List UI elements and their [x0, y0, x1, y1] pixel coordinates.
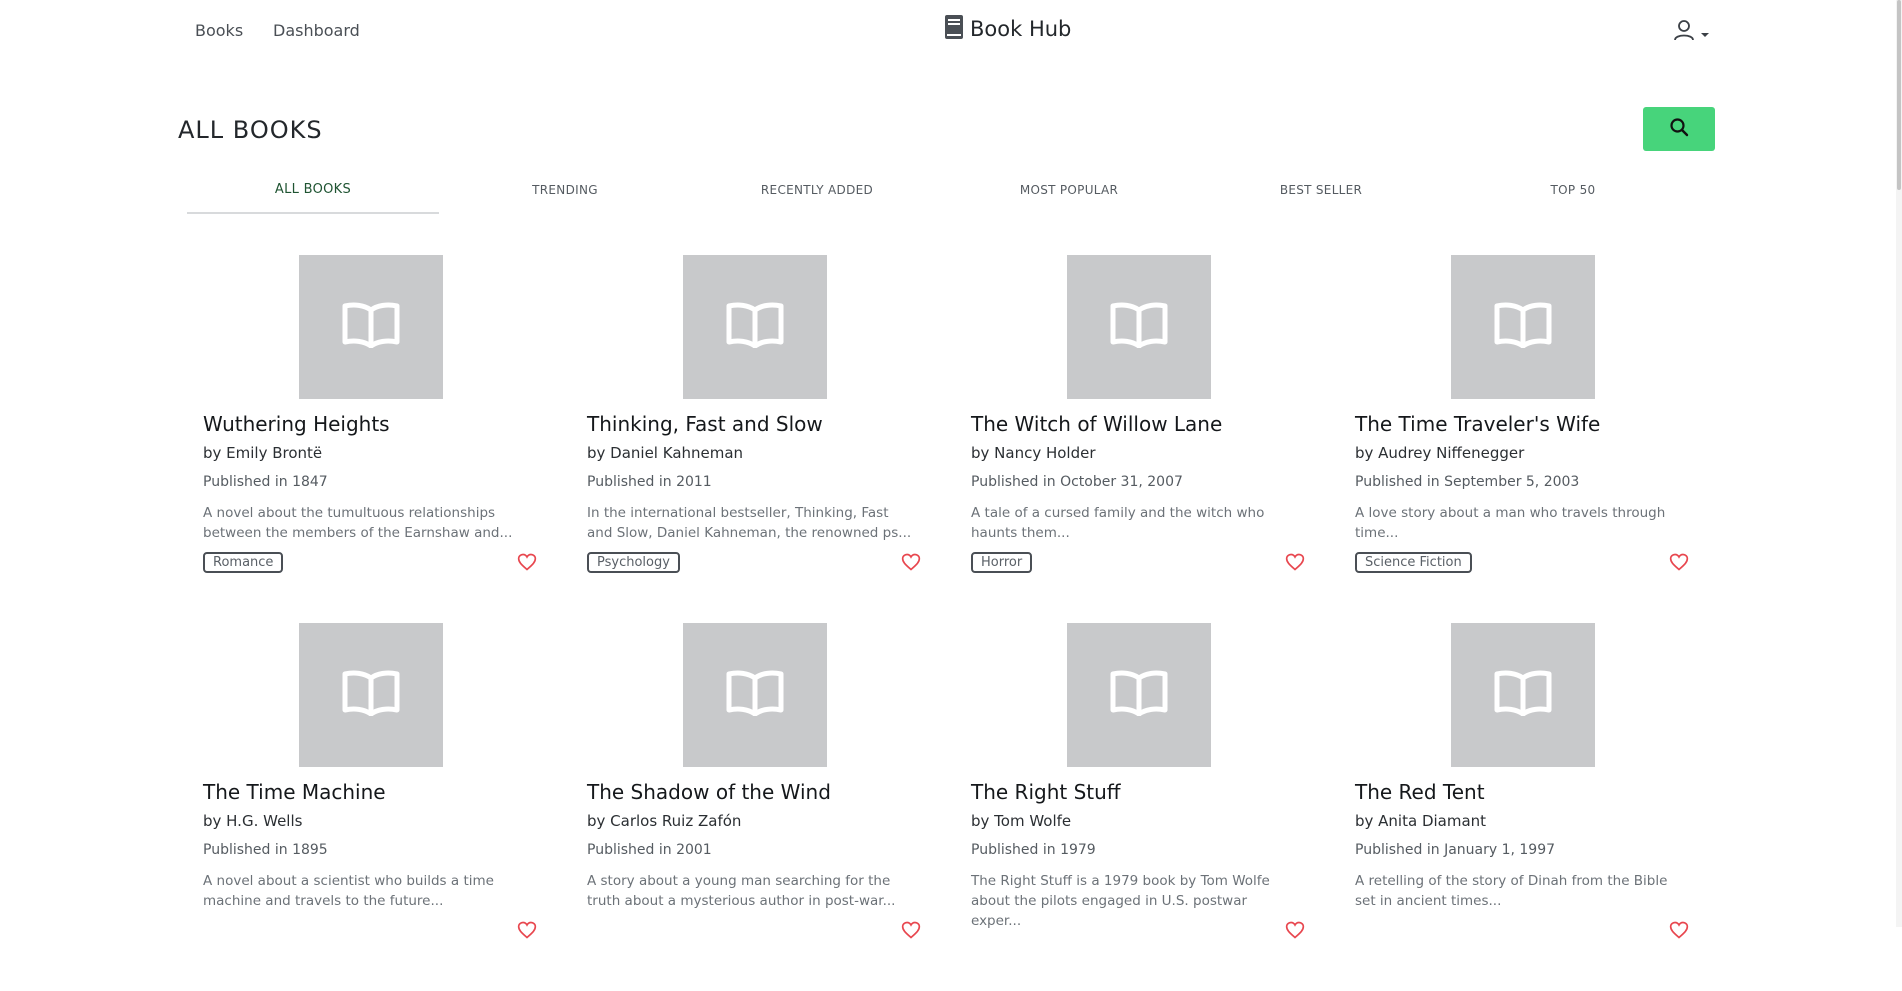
book-description: The Right Stuff is a 1979 book by Tom Wo…	[971, 873, 1270, 929]
book-card[interactable]: Thinking, Fast and Slow by Daniel Kahnem…	[571, 255, 955, 623]
book-card[interactable]: The Red Tent by Anita Diamant Published …	[1339, 623, 1723, 991]
heart-icon[interactable]	[901, 552, 921, 572]
book-published-date: Published in 1979	[971, 842, 1096, 858]
book-author: by H.G. Wells	[203, 812, 303, 830]
book-card[interactable]: The Shadow of the Wind by Carlos Ruiz Za…	[571, 623, 955, 991]
book-author: by Daniel Kahneman	[587, 444, 744, 462]
book-published-date: Published in 2011	[587, 474, 712, 490]
book-cover[interactable]	[1451, 255, 1595, 399]
tab-all-books[interactable]: ALL BOOKS	[187, 178, 439, 214]
book-author: by Tom Wolfe	[971, 812, 1072, 830]
book-title[interactable]: The Witch of Willow Lane	[971, 412, 1222, 436]
book-description: A novel about a scientist who builds a t…	[203, 873, 494, 909]
book-title[interactable]: The Time Machine	[203, 780, 386, 804]
tab-best-seller[interactable]: BEST SELLER	[1195, 178, 1447, 214]
genre-badge: Psychology	[587, 552, 680, 573]
top-navbar: Books Dashboard Book Hub	[0, 0, 1902, 62]
book-cover[interactable]	[1451, 623, 1595, 767]
book-card[interactable]: The Right Stuff by Tom Wolfe Published i…	[955, 623, 1339, 991]
book-published-date: Published in 1895	[203, 842, 328, 858]
book-title[interactable]: The Right Stuff	[971, 780, 1121, 804]
search-button[interactable]	[1643, 107, 1715, 151]
book-title[interactable]: Thinking, Fast and Slow	[587, 412, 823, 436]
book-description: A tale of a cursed family and the witch …	[971, 505, 1265, 541]
open-book-icon	[1494, 302, 1552, 352]
page-title: ALL BOOKS	[178, 116, 323, 144]
book-card[interactable]: The Time Traveler's Wife by Audrey Niffe…	[1339, 255, 1723, 623]
book-card[interactable]: The Witch of Willow Lane by Nancy Holder…	[955, 255, 1339, 623]
tab-trending[interactable]: TRENDING	[439, 178, 691, 214]
book-cover[interactable]	[683, 255, 827, 399]
book-published-date: Published in 1847	[203, 474, 328, 490]
heart-icon[interactable]	[1285, 920, 1305, 940]
brand-logo[interactable]: Book Hub	[944, 14, 1071, 44]
book-author: by Nancy Holder	[971, 444, 1096, 462]
book-title[interactable]: The Shadow of the Wind	[587, 780, 831, 804]
book-description: In the international bestseller, Thinkin…	[587, 505, 912, 541]
book-title[interactable]: Wuthering Heights	[203, 412, 390, 436]
book-author: by Emily Brontë	[203, 444, 323, 462]
open-book-icon	[1110, 670, 1168, 720]
genre-badge: Horror	[971, 552, 1033, 573]
book-author: by Audrey Niffenegger	[1355, 444, 1525, 462]
book-title[interactable]: The Time Traveler's Wife	[1355, 412, 1600, 436]
tab-recently-added[interactable]: RECENTLY ADDED	[691, 178, 943, 214]
book-author: by Anita Diamant	[1355, 812, 1487, 830]
book-description: A love story about a man who travels thr…	[1355, 505, 1666, 541]
book-description: A story about a young man searching for …	[587, 873, 896, 909]
nav-link-dashboard[interactable]: Dashboard	[273, 21, 360, 40]
book-author: by Carlos Ruiz Zafón	[587, 812, 742, 830]
open-book-icon	[726, 302, 784, 352]
book-published-date: Published in January 1, 1997	[1355, 842, 1556, 858]
user-menu[interactable]	[1672, 18, 1710, 46]
nav-link-books[interactable]: Books	[195, 21, 243, 40]
open-book-icon	[726, 670, 784, 720]
heart-icon[interactable]	[1285, 552, 1305, 572]
search-icon	[1669, 117, 1689, 141]
scrollbar-thumb[interactable]	[1897, 0, 1901, 190]
brand-name: Book Hub	[970, 17, 1072, 41]
tab-most-popular[interactable]: MOST POPULAR	[943, 178, 1195, 214]
open-book-icon	[342, 302, 400, 352]
heart-icon[interactable]	[1669, 552, 1689, 572]
book-published-date: Published in September 5, 2003	[1355, 474, 1580, 490]
book-cover[interactable]	[1067, 255, 1211, 399]
page-scrollbar[interactable]	[1896, 0, 1902, 927]
book-icon	[944, 14, 964, 44]
user-icon	[1672, 18, 1696, 46]
book-cover[interactable]	[683, 623, 827, 767]
book-cover[interactable]	[1067, 623, 1211, 767]
book-cover[interactable]	[299, 255, 443, 399]
tab-top-50[interactable]: TOP 50	[1447, 178, 1699, 214]
book-card[interactable]: The Time Machine by H.G. Wells Published…	[187, 623, 571, 991]
category-tabs: ALL BOOKS TRENDING RECENTLY ADDED MOST P…	[187, 178, 1699, 214]
genre-badge: Science Fiction	[1355, 552, 1472, 573]
heart-icon[interactable]	[517, 920, 537, 940]
book-published-date: Published in October 31, 2007	[971, 474, 1183, 490]
open-book-icon	[1494, 670, 1552, 720]
book-description: A retelling of the story of Dinah from t…	[1355, 873, 1668, 909]
heart-icon[interactable]	[901, 920, 921, 940]
heart-icon[interactable]	[517, 552, 537, 572]
genre-badge: Romance	[203, 552, 284, 573]
open-book-icon	[342, 670, 400, 720]
book-cover[interactable]	[299, 623, 443, 767]
open-book-icon	[1110, 302, 1168, 352]
book-title[interactable]: The Red Tent	[1355, 780, 1485, 804]
caret-down-icon	[1700, 23, 1710, 42]
book-published-date: Published in 2001	[587, 842, 712, 858]
book-description: A novel about the tumultuous relationshi…	[203, 505, 513, 541]
book-card[interactable]: Wuthering Heights by Emily Brontë Publis…	[187, 255, 571, 623]
heart-icon[interactable]	[1669, 920, 1689, 940]
